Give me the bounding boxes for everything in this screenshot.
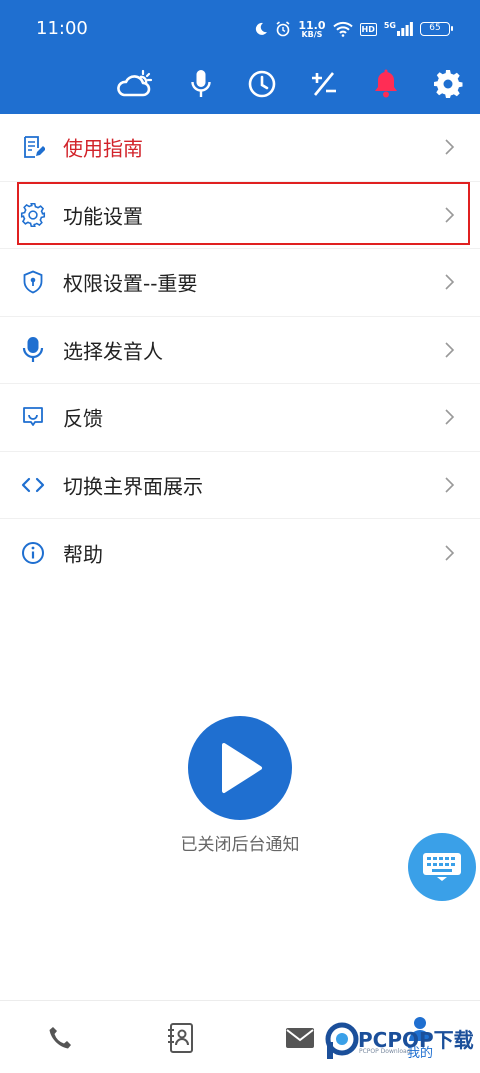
menu-item-label: 反馈 <box>63 406 103 431</box>
net-speed: 11.0 KB/S <box>298 20 325 39</box>
menu-item-voice[interactable]: 选择发音人 <box>0 317 480 384</box>
menu-item-label: 帮助 <box>63 542 103 567</box>
menu-item-label: 选择发音人 <box>63 339 163 364</box>
mail-icon <box>286 1027 314 1048</box>
battery-icon: 65 <box>420 22 453 36</box>
menu-item-label: 切换主界面展示 <box>63 474 203 499</box>
code-icon <box>20 472 46 498</box>
alarm-icon <box>276 21 290 37</box>
chevron-right-icon <box>445 342 455 358</box>
menu-item-label: 使用指南 <box>63 136 143 161</box>
microphone-icon[interactable] <box>181 64 221 104</box>
play-icon <box>222 743 262 793</box>
signal-icon <box>397 22 413 36</box>
menu-item-permissions[interactable]: 权限设置--重要 <box>0 249 480 317</box>
app-header: 11:00 11.0 KB/S HD 5G 65 <box>0 0 480 114</box>
bell-icon[interactable] <box>366 64 406 104</box>
keyboard-icon <box>423 853 461 881</box>
battery-level: 65 <box>429 23 441 33</box>
chevron-right-icon <box>445 207 455 223</box>
hd-badge: HD <box>359 22 377 36</box>
clock-icon[interactable] <box>242 64 282 104</box>
background-notice-status: 已关闭后台通知 <box>180 835 300 855</box>
chevron-right-icon <box>445 409 455 425</box>
keyboard-button[interactable] <box>408 833 476 901</box>
network-type: 5G <box>383 21 396 30</box>
plus-minus-icon[interactable] <box>304 64 344 104</box>
contacts-icon <box>168 1022 193 1053</box>
weather-icon[interactable] <box>114 64 154 104</box>
info-icon <box>20 540 46 566</box>
moon-icon <box>256 22 268 35</box>
signal-group: 5G <box>384 22 413 36</box>
chevron-right-icon <box>445 477 455 493</box>
chevron-right-icon <box>445 139 455 155</box>
nav-phone[interactable] <box>40 1001 80 1073</box>
settings-menu: 使用指南 功能设置 权限设置--重要 选择发音人 反馈 切换主界面展示 帮助 <box>0 114 480 587</box>
wifi-icon <box>332 21 353 37</box>
play-button[interactable] <box>188 716 292 820</box>
toolbar <box>0 58 480 114</box>
menu-item-feedback[interactable]: 反馈 <box>0 384 480 452</box>
status-icons: 11.0 KB/S HD 5G 65 <box>254 16 453 42</box>
status-time: 11:00 <box>36 18 88 39</box>
guide-icon <box>20 134 46 160</box>
shield-icon <box>20 269 46 295</box>
menu-item-guide[interactable]: 使用指南 <box>0 114 480 182</box>
feedback-icon <box>20 404 46 430</box>
nav-contacts[interactable] <box>160 1001 200 1073</box>
gear-icon[interactable] <box>428 64 468 104</box>
microphone-icon <box>20 336 46 363</box>
menu-item-help[interactable]: 帮助 <box>0 519 480 587</box>
phone-icon <box>49 1026 71 1048</box>
menu-item-switch-layout[interactable]: 切换主界面展示 <box>0 452 480 519</box>
chevron-right-icon <box>445 274 455 290</box>
watermark-subtext: PCPOP Download <box>359 1048 411 1055</box>
nav-messages[interactable] <box>282 1001 318 1073</box>
watermark-logo-icon <box>325 1022 359 1059</box>
status-bar: 11:00 11.0 KB/S HD 5G 65 <box>0 0 480 58</box>
watermark: PCPOP下载 PCPOP Download <box>325 1022 475 1062</box>
menu-item-label: 功能设置 <box>63 204 143 229</box>
menu-item-function-settings[interactable]: 功能设置 <box>0 182 480 249</box>
net-speed-unit: KB/S <box>301 29 323 39</box>
settings-icon <box>20 202 46 228</box>
menu-item-label: 权限设置--重要 <box>63 271 198 296</box>
chevron-right-icon <box>445 545 455 561</box>
